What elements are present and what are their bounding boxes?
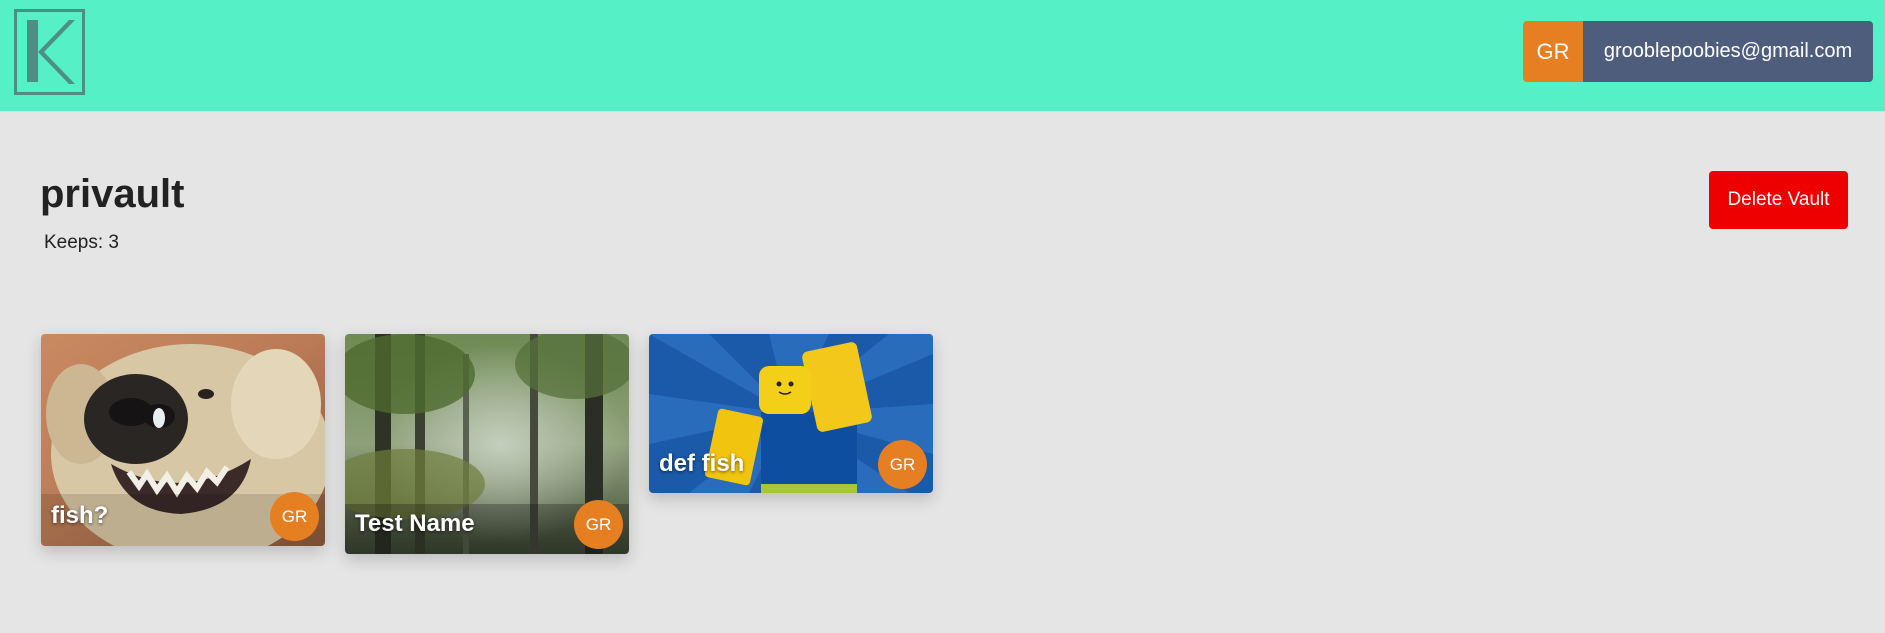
keep-name: def fish <box>659 450 745 477</box>
keep-name: Test Name <box>355 510 475 537</box>
logo[interactable] <box>14 9 85 95</box>
creator-avatar[interactable]: GR <box>574 500 623 549</box>
account-email: grooblepoobies@gmail.com <box>1583 21 1873 82</box>
account-button[interactable]: GR grooblepoobies@gmail.com <box>1523 21 1873 82</box>
logo-k-icon <box>27 20 75 84</box>
keep-card[interactable]: def fish GR <box>649 334 933 493</box>
keep-card[interactable]: Test Name GR <box>345 334 629 554</box>
vault-title: privault <box>40 172 185 216</box>
keeps-count: Keeps: 3 <box>44 232 119 253</box>
account-initials: GR <box>1523 21 1583 82</box>
delete-vault-button[interactable]: Delete Vault <box>1709 171 1848 229</box>
creator-avatar[interactable]: GR <box>270 492 319 541</box>
keep-card[interactable]: fish? GR <box>41 334 325 546</box>
creator-avatar[interactable]: GR <box>878 440 927 489</box>
navbar: GR grooblepoobies@gmail.com <box>0 0 1885 111</box>
keep-name: fish? <box>51 502 109 529</box>
